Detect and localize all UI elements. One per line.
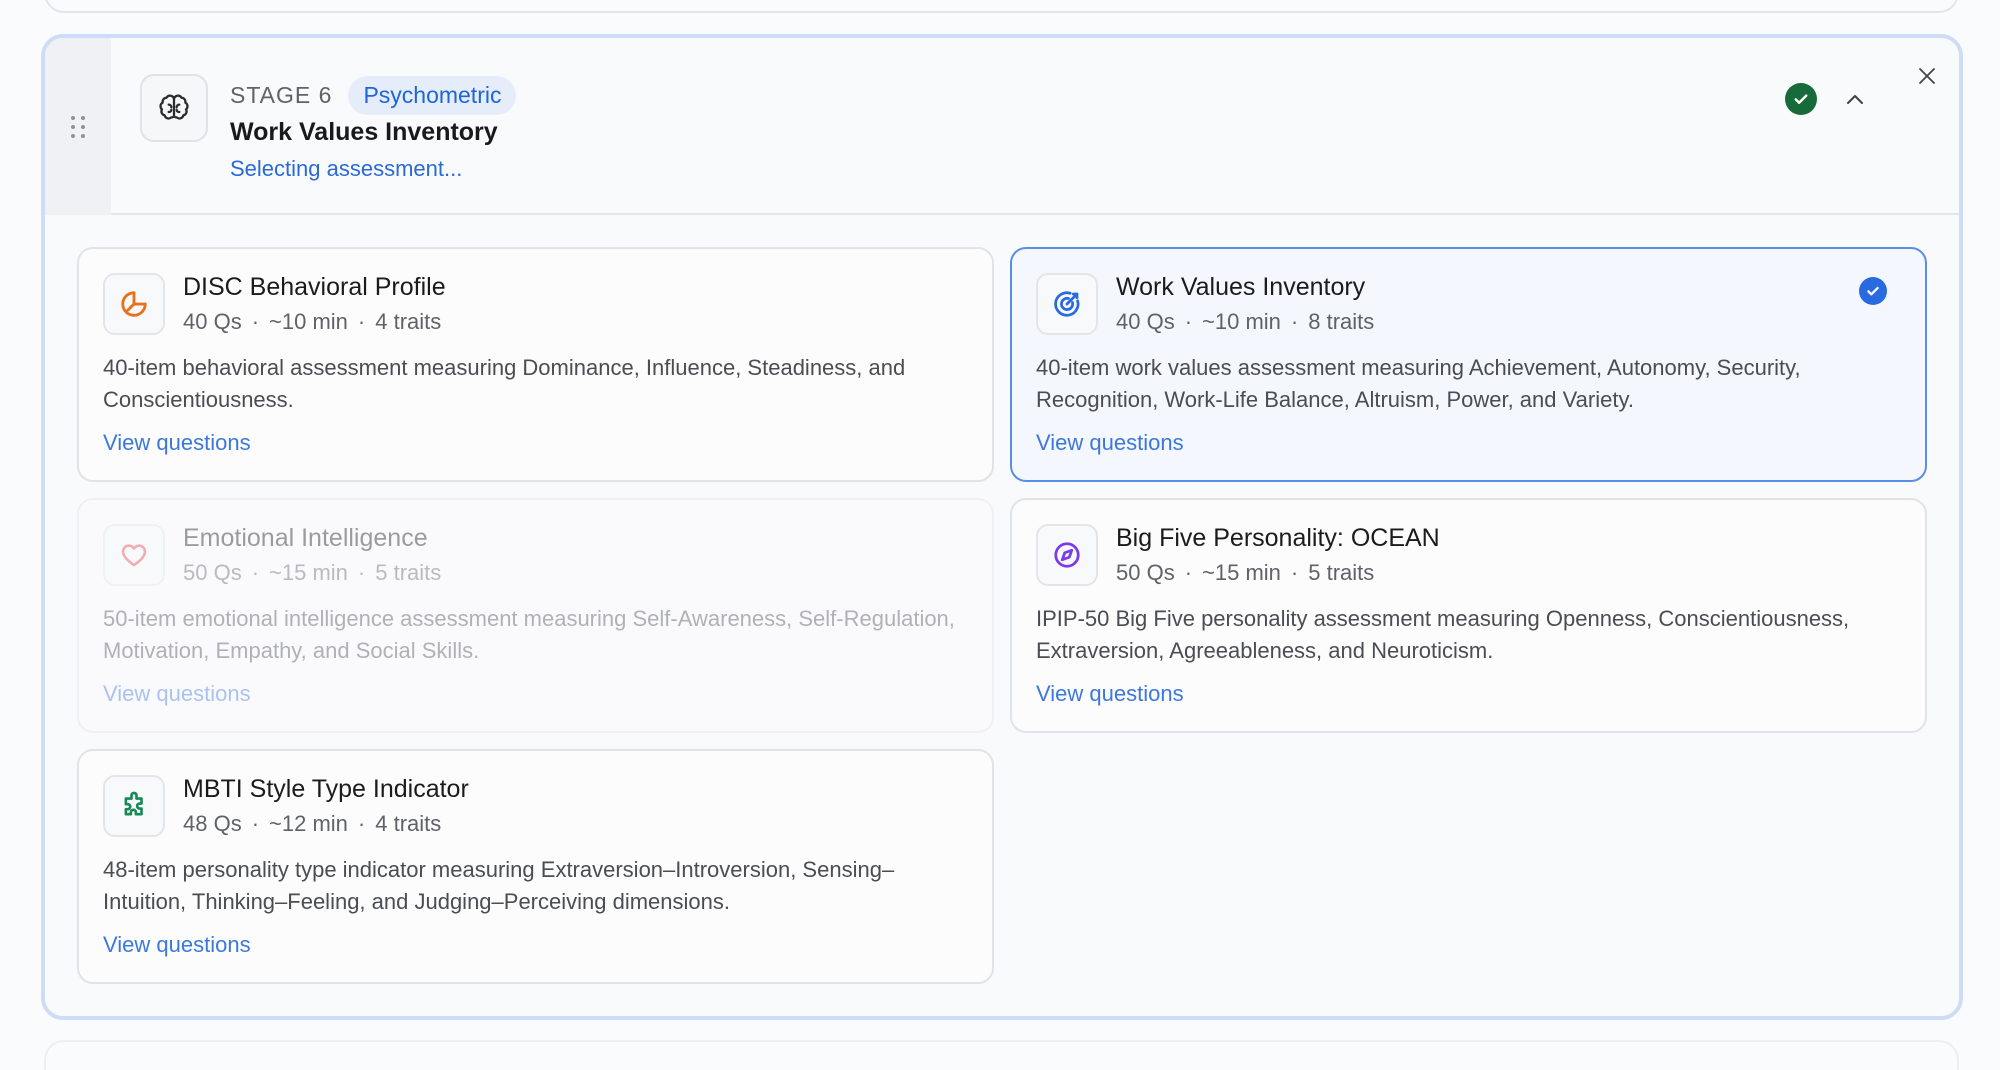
assessment-grid: DISC Behavioral Profile 40 Qs · ~10 min · 4 … bbox=[77, 247, 1935, 984]
trait-count: 4 traits bbox=[375, 811, 442, 836]
card-description: 40-item work values assessment measuring… bbox=[1036, 355, 1801, 412]
question-count: 50 Qs bbox=[183, 560, 242, 585]
question-count: 48 Qs bbox=[183, 811, 242, 836]
close-button[interactable] bbox=[1907, 56, 1947, 96]
card-title: DISC Behavioral Profile bbox=[183, 273, 446, 301]
view-questions-link[interactable]: View questions bbox=[103, 932, 251, 958]
trait-count: 4 traits bbox=[375, 309, 442, 334]
next-stage-card bbox=[44, 1040, 1959, 1070]
card-meta: 40 Qs · ~10 min · 8 traits bbox=[1116, 309, 1375, 334]
card-meta: 50 Qs · ~15 min · 5 traits bbox=[1116, 560, 1375, 585]
question-count: 40 Qs bbox=[183, 309, 242, 334]
card-title: Big Five Personality: OCEAN bbox=[1116, 524, 1440, 552]
view-questions-link[interactable]: View questions bbox=[1036, 681, 1184, 707]
card-description: 40-item behavioral assessment measuring … bbox=[103, 355, 906, 412]
view-questions-link[interactable]: View questions bbox=[103, 430, 251, 456]
assessment-card-disc[interactable]: DISC Behavioral Profile 40 Qs · ~10 min · 4 … bbox=[77, 247, 994, 482]
card-title: Emotional Intelligence bbox=[183, 524, 428, 552]
compass-icon bbox=[1036, 524, 1098, 586]
stage-number: STAGE 6 bbox=[230, 81, 333, 108]
trait-count: 5 traits bbox=[375, 560, 442, 585]
previous-stage-card bbox=[44, 0, 1959, 13]
assessment-card-big-five[interactable]: Big Five Personality: OCEAN 50 Qs · ~15 mi… bbox=[1010, 498, 1927, 733]
question-count: 40 Qs bbox=[1116, 309, 1175, 334]
view-questions-link[interactable]: View questions bbox=[1036, 430, 1184, 456]
stage-card: STAGE 6 Psychometric Work Values Invento… bbox=[41, 34, 1963, 1020]
duration: ~10 min bbox=[1202, 309, 1281, 334]
card-meta: 50 Qs · ~15 min · 5 traits bbox=[183, 560, 442, 585]
target-icon bbox=[1036, 273, 1098, 335]
puzzle-icon bbox=[103, 775, 165, 837]
heart-icon bbox=[103, 524, 165, 586]
card-meta: 40 Qs · ~10 min · 4 traits bbox=[183, 309, 442, 334]
pie-chart-icon bbox=[103, 273, 165, 335]
stage-title: Work Values Inventory bbox=[230, 118, 498, 146]
card-description: IPIP-50 Big Five personality assessment … bbox=[1036, 606, 1850, 663]
collapse-button[interactable] bbox=[1835, 80, 1875, 120]
stage-header[interactable]: STAGE 6 Psychometric Work Values Invento… bbox=[45, 38, 1959, 215]
chevron-up-icon bbox=[1847, 95, 1863, 104]
assessment-card-mbti[interactable]: MBTI Style Type Indicator 48 Qs · ~12 min ·… bbox=[77, 749, 994, 984]
stage-status: Selecting assessment... bbox=[230, 156, 463, 181]
view-questions-link: View questions bbox=[103, 681, 251, 706]
card-title: Work Values Inventory bbox=[1116, 273, 1366, 301]
duration: ~10 min bbox=[269, 309, 348, 334]
card-description: 48-item personality type indicator measu… bbox=[103, 857, 895, 914]
selected-check-icon bbox=[1859, 277, 1887, 305]
card-title: MBTI Style Type Indicator bbox=[183, 775, 469, 803]
assessment-card-emotional-intelligence: Emotional Intelligence 50 Qs · ~15 min · 5 t… bbox=[77, 498, 994, 733]
drag-handle-icon bbox=[71, 115, 85, 138]
question-count: 50 Qs bbox=[1116, 560, 1175, 585]
duration: ~12 min bbox=[269, 811, 348, 836]
card-meta: 48 Qs · ~12 min · 4 traits bbox=[183, 811, 442, 836]
brain-icon bbox=[140, 74, 208, 142]
drag-handle[interactable] bbox=[45, 38, 111, 215]
trait-count: 8 traits bbox=[1308, 309, 1375, 334]
close-icon bbox=[1919, 68, 1935, 84]
duration: ~15 min bbox=[1202, 560, 1281, 585]
stage-label: STAGE 6 Psychometric bbox=[230, 75, 517, 115]
duration: ~15 min bbox=[269, 560, 348, 585]
assessment-card-work-values[interactable]: Work Values Inventory 40 Qs · ~10 min · 8 tr… bbox=[1010, 247, 1927, 482]
trait-count: 5 traits bbox=[1308, 560, 1375, 585]
complete-check-icon bbox=[1785, 83, 1817, 115]
card-description: 50-item emotional intelligence assessmen… bbox=[103, 606, 955, 663]
category-badge: Psychometric bbox=[348, 75, 517, 115]
